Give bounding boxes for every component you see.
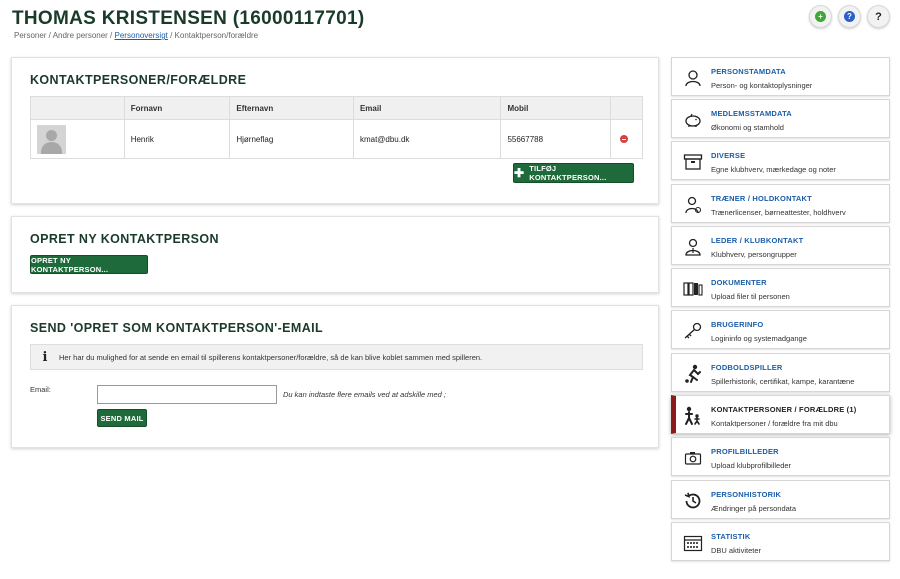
sidebar-item-medlemsstamdata[interactable]: MEDLEMSSTAMDATA Økonomi og stamhold — [671, 99, 890, 138]
plus-circle-icon: + — [815, 11, 826, 22]
sidebar-item-subtitle: Logininfo og systemadgange — [711, 334, 807, 343]
breadcrumb-link-personoversigt[interactable]: Personoversigt — [115, 31, 168, 40]
person-icon — [682, 67, 704, 89]
column-header-email: Email — [354, 97, 502, 119]
sidebar-item-title: PERSONHISTORIK — [711, 490, 782, 499]
cell-mobil: 55667788 — [501, 120, 612, 158]
sidebar-item-personstamdata[interactable]: PERSONSTAMDATA Person- og kontaktoplysni… — [671, 57, 890, 96]
contacts-table: Fornavn Efternavn Email Mobil Henrik Hjø… — [30, 96, 643, 159]
breadcrumb-current: / Kontaktperson/forældre — [167, 31, 259, 40]
top-actions: + ? ? — [809, 5, 890, 28]
column-header-fornavn: Fornavn — [125, 97, 231, 119]
create-contact-button[interactable]: OPRET NY KONTAKTPERSON... — [30, 255, 148, 274]
sidebar-item-title: MEDLEMSSTAMDATA — [711, 109, 792, 118]
parent-child-icon — [682, 405, 704, 427]
sidebar-item-subtitle: Ændringer på persondata — [711, 504, 797, 513]
email-label: Email: — [30, 385, 51, 394]
sidebar-item-title: LEDER / KLUBKONTAKT — [711, 236, 804, 245]
breadcrumb-path: Personer / Andre personer / — [14, 31, 115, 40]
sidebar-item-title: BRUGERINFO — [711, 320, 764, 329]
sidebar-item-profilbilleder[interactable]: PROFILBILLEDER Upload klubprofilbilleder — [671, 437, 890, 476]
sidebar-item-diverse[interactable]: DIVERSE Egne klubhverv, mærkedage og not… — [671, 141, 890, 180]
sidebar-item-title: DIVERSE — [711, 151, 746, 160]
plus-icon: ✚ — [514, 166, 525, 180]
column-header-efternavn: Efternavn — [230, 97, 354, 119]
binders-icon — [682, 278, 704, 300]
avatar — [37, 124, 66, 154]
sidebar-item-subtitle: Egne klubhverv, mærkedage og noter — [711, 165, 836, 174]
email-hint: Du kan indtaste flere emails ved at adsk… — [283, 390, 446, 399]
camera-icon — [682, 447, 704, 469]
sidebar-item-subtitle: Klubhverv, persongrupper — [711, 250, 797, 259]
sidebar-item-traener-holdkontakt[interactable]: TRÆNER / HOLDKONTAKT Trænerlicenser, bør… — [671, 184, 890, 223]
sidebar-item-brugerinfo[interactable]: BRUGERINFO Logininfo og systemadgange — [671, 310, 890, 349]
leader-icon — [682, 236, 704, 258]
create-contact-title: OPRET NY KONTAKTPERSON — [30, 232, 219, 246]
cell-efternavn: Hjørneflag — [230, 120, 354, 158]
sidebar-item-subtitle: Spillerhistorik, certifikat, kampe, kara… — [711, 377, 855, 386]
coach-icon — [682, 194, 704, 216]
sidebar-item-title: STATISTIK — [711, 532, 751, 541]
sidebar-item-title: PROFILBILLEDER — [711, 447, 779, 456]
breadcrumb: Personer / Andre personer / Personoversi… — [14, 31, 258, 40]
add-button[interactable]: + — [809, 5, 832, 28]
send-email-card: SEND 'OPRET SOM KONTAKTPERSON'-EMAIL i H… — [11, 305, 659, 448]
info-text: Her har du mulighed for at sende en emai… — [59, 352, 483, 362]
create-contact-label: OPRET NY KONTAKTPERSON... — [31, 255, 109, 274]
sidebar-item-subtitle: Person- og kontaktoplysninger — [711, 81, 813, 90]
add-contact-label: TILFØJ KONTAKTPERSON... — [529, 164, 607, 182]
column-header-photo — [31, 97, 125, 119]
sidebar-item-title: KONTAKTPERSONER / FORÆLDRE (1) — [711, 405, 857, 414]
key-icon — [682, 320, 704, 342]
archive-box-icon — [682, 151, 704, 173]
sidebar-item-subtitle: Upload klubprofilbilleder — [711, 461, 792, 470]
create-contact-card: OPRET NY KONTAKTPERSON OPRET NY KONTAKTP… — [11, 216, 659, 293]
sidebar-item-subtitle: Økonomi og stamhold — [711, 123, 784, 132]
info-button[interactable]: ? — [838, 5, 861, 28]
football-player-icon — [682, 363, 704, 385]
email-input[interactable] — [97, 385, 277, 404]
column-header-actions — [611, 97, 642, 119]
column-header-mobil: Mobil — [501, 97, 612, 119]
table-header: Fornavn Efternavn Email Mobil — [31, 97, 642, 120]
table-row: Henrik Hjørneflag kmat@dbu.dk 55667788 — [31, 120, 642, 158]
sidebar-item-title: TRÆNER / HOLDKONTAKT — [711, 194, 812, 203]
sidebar-item-leder-klubkontakt[interactable]: LEDER / KLUBKONTAKT Klubhverv, persongru… — [671, 226, 890, 265]
send-email-title: SEND 'OPRET SOM KONTAKTPERSON'-EMAIL — [30, 321, 324, 335]
info-box: i Her har du mulighed for at sende en em… — [30, 344, 643, 370]
sidebar-item-subtitle: Upload filer til personen — [711, 292, 790, 301]
add-contact-button[interactable]: ✚ TILFØJ KONTAKTPERSON... — [513, 163, 634, 183]
photo-cell — [31, 120, 125, 158]
send-mail-label: SEND MAIL — [100, 413, 144, 423]
sidebar-item-subtitle: Kontaktpersoner / forældre fra mit dbu — [711, 419, 838, 428]
calendar-icon — [682, 532, 704, 554]
help-label: ? — [875, 10, 882, 23]
sidebar-item-dokumenter[interactable]: DOKUMENTER Upload filer til personen — [671, 268, 890, 307]
sidebar-item-title: PERSONSTAMDATA — [711, 67, 786, 76]
cell-email: kmat@dbu.dk — [354, 120, 502, 158]
send-mail-button[interactable]: SEND MAIL — [97, 409, 147, 427]
sidebar-item-subtitle: DBU aktiviteter — [711, 546, 762, 555]
remove-icon[interactable] — [620, 135, 629, 143]
sidebar-item-title: DOKUMENTER — [711, 278, 767, 287]
help-button[interactable]: ? — [867, 5, 890, 28]
piggy-bank-icon — [682, 109, 704, 131]
sidebar-item-kontaktpersoner-foraeldre[interactable]: KONTAKTPERSONER / FORÆLDRE (1) Kontaktpe… — [671, 395, 890, 434]
info-icon: i — [42, 349, 48, 365]
sidebar-item-fodboldspiller[interactable]: FODBOLDSPILLER Spillerhistorik, certifik… — [671, 353, 890, 392]
contacts-card: KONTAKTPERSONER/FORÆLDRE Fornavn Efterna… — [11, 57, 659, 204]
question-circle-icon: ? — [844, 11, 855, 22]
cell-actions — [611, 120, 642, 158]
sidebar-item-subtitle: Trænerlicenser, børneattester, holdhverv — [711, 208, 846, 217]
cell-fornavn: Henrik — [125, 120, 231, 158]
contacts-title: KONTAKTPERSONER/FORÆLDRE — [30, 73, 247, 87]
history-icon — [682, 490, 704, 512]
sidebar-item-personhistorik[interactable]: PERSONHISTORIK Ændringer på persondata — [671, 480, 890, 519]
page-title: THOMAS KRISTENSEN (16000117701) — [12, 8, 365, 29]
sidebar-item-statistik[interactable]: STATISTIK DBU aktiviteter — [671, 522, 890, 561]
sidebar-item-title: FODBOLDSPILLER — [711, 363, 783, 372]
